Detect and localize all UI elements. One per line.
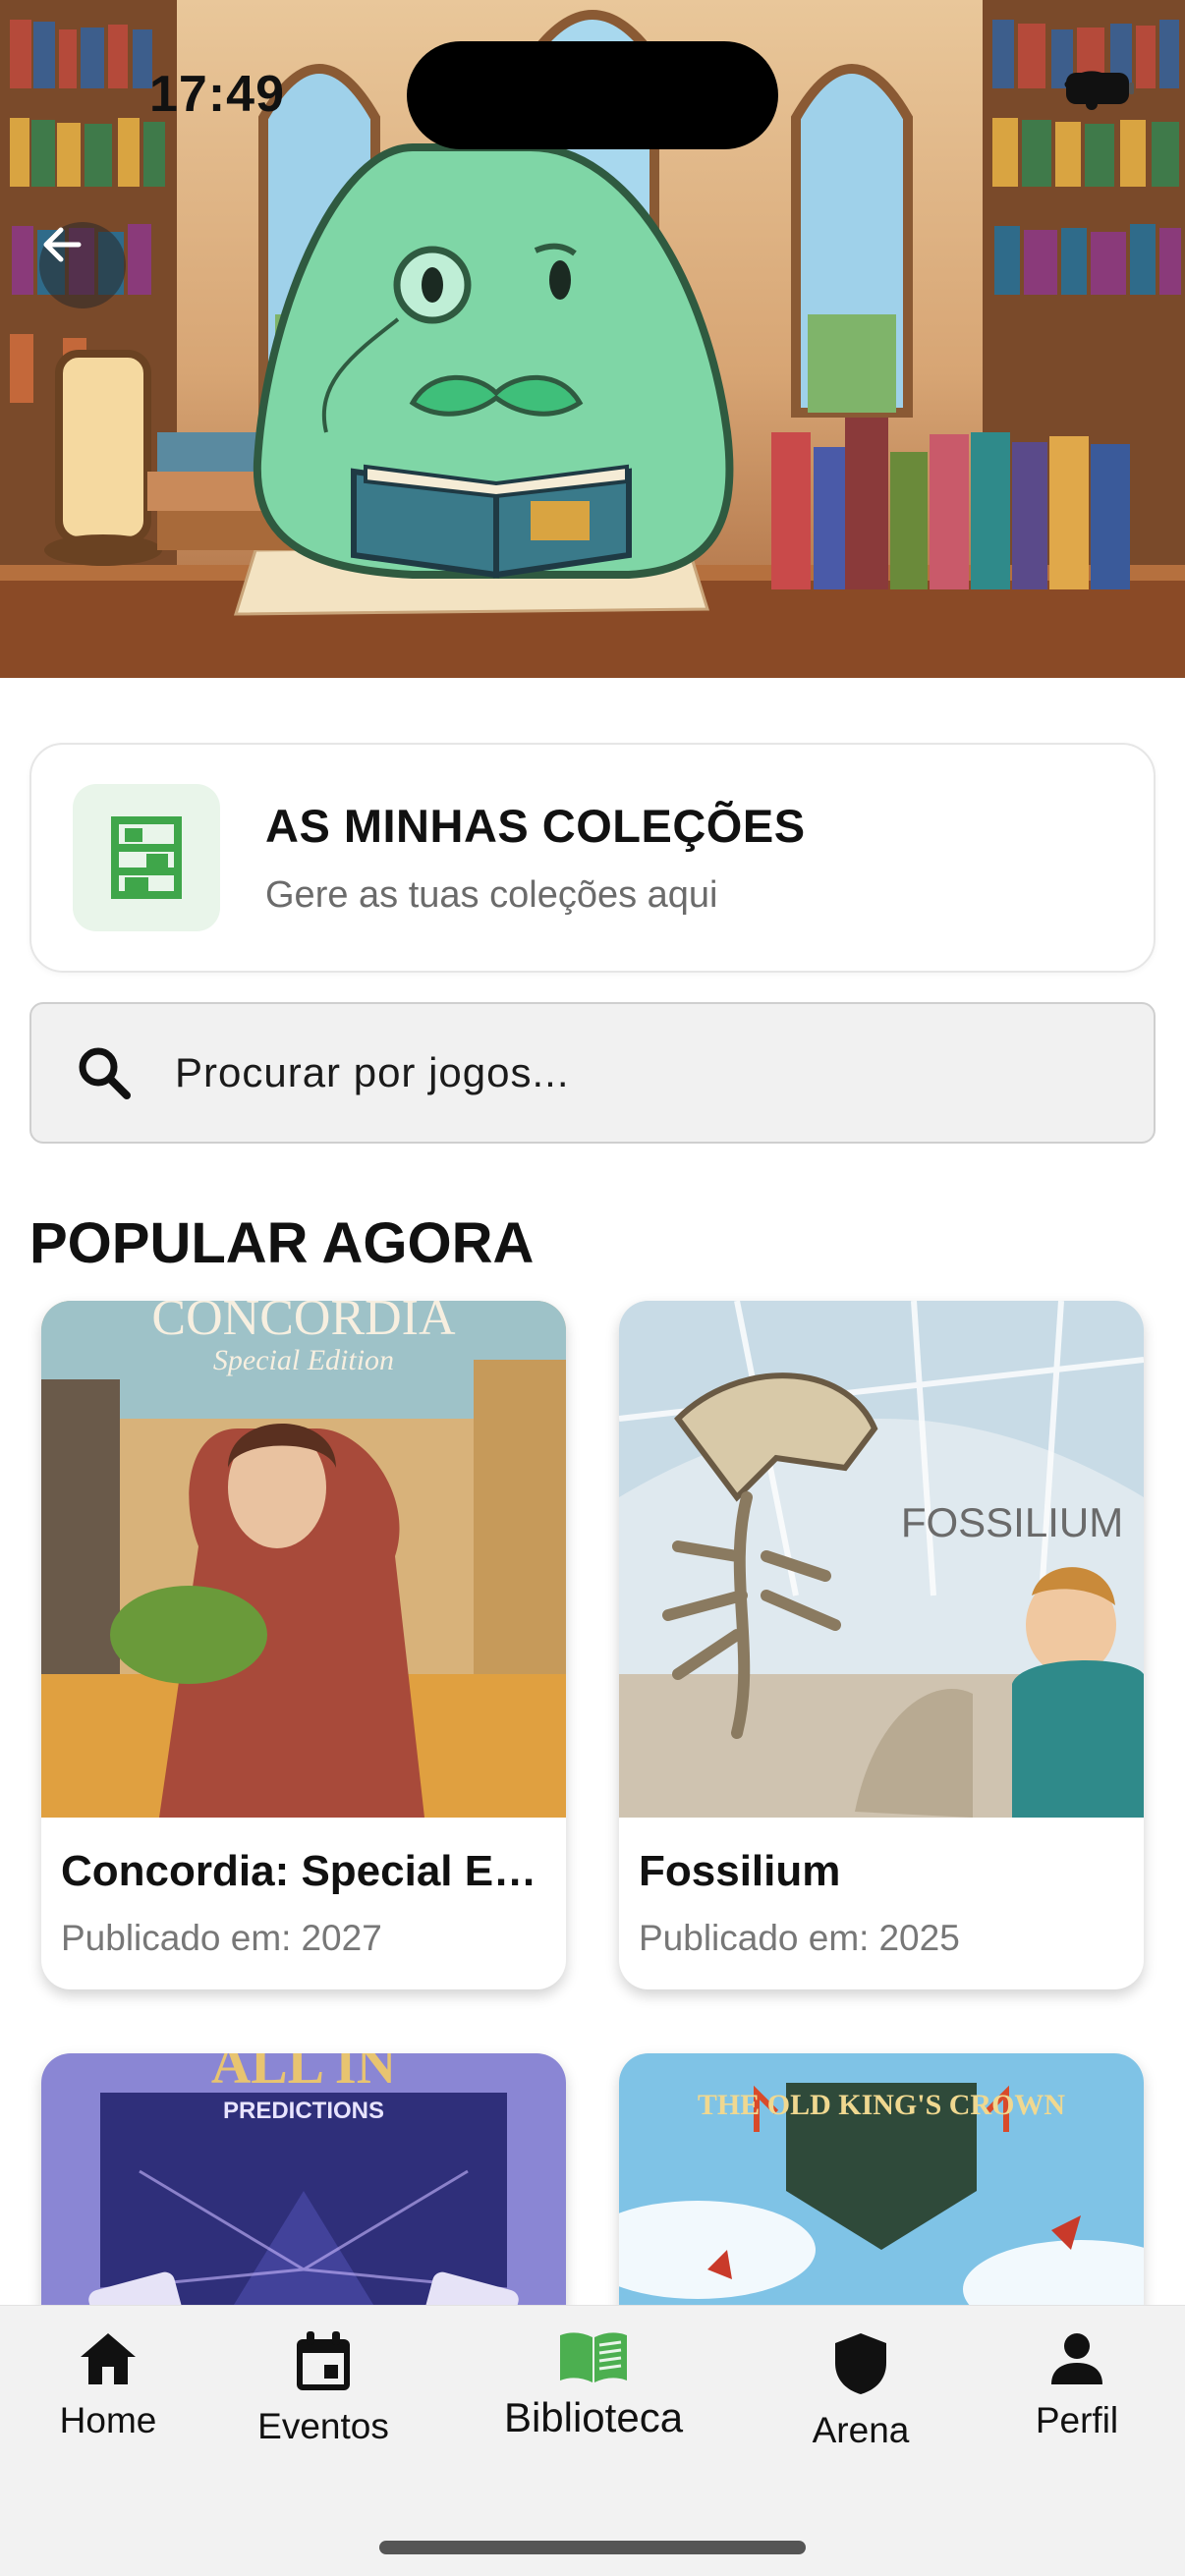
nav-label: Eventos bbox=[257, 2406, 389, 2446]
bottom-navigation: Home Eventos Biblioteca Arena Perfil bbox=[0, 2305, 1185, 2576]
popular-now-heading: POPULAR AGORA bbox=[29, 1211, 535, 1275]
calendar-icon bbox=[297, 2331, 350, 2390]
back-button[interactable] bbox=[39, 222, 126, 308]
game-cover-concordia: CONCORDIA Special Edition bbox=[41, 1301, 566, 1818]
search-bar[interactable] bbox=[29, 1002, 1156, 1144]
cover-title-all-in: ALL IN bbox=[211, 2053, 396, 2096]
nav-label: Biblioteca bbox=[503, 2394, 684, 2440]
cover-subtitle-all-in: PREDICTIONS bbox=[223, 2098, 384, 2124]
game-cover-fossilium: FOSSILIUM bbox=[619, 1301, 1144, 1818]
nav-item-arena[interactable]: Arena bbox=[802, 2331, 920, 2451]
shield-icon bbox=[835, 2333, 886, 2394]
game-title: Fossilium bbox=[639, 1847, 841, 1895]
game-published: Publicado em: 2025 bbox=[639, 1918, 1124, 1959]
cover-title-concordia: CONCORDIA bbox=[151, 1301, 456, 1346]
person-icon bbox=[1051, 2333, 1102, 2384]
dynamic-island bbox=[407, 41, 778, 149]
shelves-icon bbox=[111, 816, 182, 899]
nav-item-home[interactable]: Home bbox=[57, 2331, 159, 2441]
nav-label: Perfil bbox=[1035, 2400, 1119, 2440]
status-bar: 17:49 bbox=[0, 0, 1185, 149]
cover-title-fossilium: FOSSILIUM bbox=[901, 1499, 1123, 1545]
published-year: 2027 bbox=[301, 1918, 382, 1958]
home-icon bbox=[81, 2333, 136, 2384]
cover-subtitle-concordia: Special Edition bbox=[213, 1344, 394, 1376]
game-card-fossilium[interactable]: FOSSILIUM Fossilium Publicado em: 2025 bbox=[619, 1301, 1144, 1989]
book-icon bbox=[560, 2332, 627, 2382]
my-collections-card[interactable]: AS MINHAS COLEÇÕES Gere as tuas coleções… bbox=[29, 743, 1156, 973]
collections-subtitle: Gere as tuas coleções aqui bbox=[265, 874, 718, 916]
published-label: Publicado em: bbox=[639, 1918, 870, 1958]
nav-label: Home bbox=[59, 2400, 157, 2440]
nav-label: Arena bbox=[812, 2410, 910, 2450]
collections-title: AS MINHAS COLEÇÕES bbox=[265, 800, 806, 852]
search-icon bbox=[73, 1041, 136, 1104]
hero-banner: 17:49 bbox=[0, 0, 1185, 678]
published-label: Publicado em: bbox=[61, 1918, 292, 1958]
status-time: 17:49 bbox=[149, 66, 285, 123]
game-published: Publicado em: 2027 bbox=[61, 1918, 546, 1959]
published-year: 2025 bbox=[878, 1918, 960, 1958]
arrow-left-icon bbox=[43, 227, 82, 262]
collections-icon-tile bbox=[73, 784, 220, 931]
nav-item-perfil[interactable]: Perfil bbox=[1022, 2331, 1132, 2441]
cover-title-old-kings-crown: THE OLD KING'S CROWN bbox=[698, 2089, 1066, 2121]
search-input[interactable] bbox=[175, 1049, 1059, 1096]
nav-item-eventos[interactable]: Eventos bbox=[257, 2331, 389, 2447]
nav-item-biblioteca[interactable]: Biblioteca bbox=[495, 2331, 692, 2441]
game-title: Concordia: Special Edi... bbox=[61, 1847, 546, 1895]
home-indicator[interactable] bbox=[379, 2541, 806, 2554]
game-card-concordia[interactable]: CONCORDIA Special Edition Concordia: Spe… bbox=[41, 1301, 566, 1989]
